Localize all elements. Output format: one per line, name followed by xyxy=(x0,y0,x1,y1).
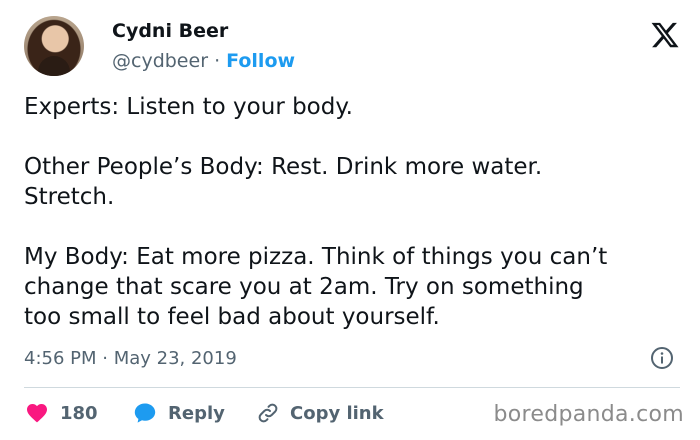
copy-link-button[interactable]: Copy link xyxy=(256,398,384,428)
author-name[interactable]: Cydni Beer xyxy=(112,20,228,42)
tweet-card: Cydni Beer @cydbeer · Follow Experts: Li… xyxy=(0,0,700,440)
avatar[interactable] xyxy=(24,16,84,76)
tweet-meta: 4:56 PM · May 23, 2019 xyxy=(24,346,676,374)
reply-label: Reply xyxy=(168,402,225,424)
info-icon[interactable] xyxy=(650,346,674,370)
watermark: boredpanda.com xyxy=(493,402,684,427)
separator-dot: · xyxy=(214,50,221,72)
speech-bubble-icon xyxy=(134,403,156,423)
x-logo-icon[interactable] xyxy=(650,20,680,50)
link-icon xyxy=(258,403,278,423)
timestamp[interactable]: 4:56 PM · May 23, 2019 xyxy=(24,348,237,369)
author-handle-row: @cydbeer · Follow xyxy=(112,50,295,72)
like-count: 180 xyxy=(60,402,98,424)
tweet-text: Experts: Listen to your body. Other Peop… xyxy=(24,94,608,330)
divider xyxy=(24,387,680,388)
like-button[interactable]: 180 xyxy=(24,398,98,428)
tweet-header: Cydni Beer @cydbeer · Follow xyxy=(24,16,684,80)
heart-icon xyxy=(27,404,47,423)
follow-button[interactable]: Follow xyxy=(226,50,295,72)
author-handle[interactable]: @cydbeer xyxy=(112,50,208,72)
copy-link-label: Copy link xyxy=(290,402,384,424)
reply-button[interactable]: Reply xyxy=(132,398,225,428)
avatar-figure xyxy=(38,56,70,76)
